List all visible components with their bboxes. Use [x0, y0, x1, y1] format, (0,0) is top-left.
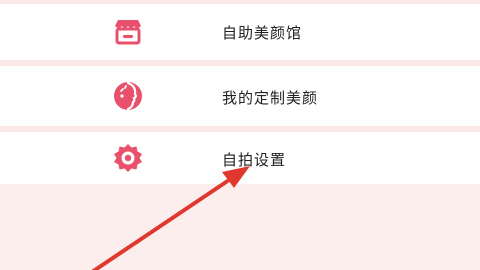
menu-item-label: 自拍设置: [222, 151, 287, 169]
face-profile-icon: [106, 74, 150, 118]
menu-item-label: 自助美颜馆: [222, 24, 303, 42]
gear-icon: [106, 136, 150, 180]
menu-item-selfie-settings[interactable]: 自拍设置: [0, 132, 480, 184]
menu-item-label: 我的定制美颜: [222, 89, 319, 107]
storefront-icon: [106, 10, 150, 54]
menu-item-my-custom-beauty[interactable]: 我的定制美颜: [0, 66, 480, 126]
menu-item-self-service-beauty[interactable]: 自助美颜馆: [0, 4, 480, 60]
app-screen: 自助美颜馆 我的定制美颜 自拍设置: [0, 0, 480, 270]
